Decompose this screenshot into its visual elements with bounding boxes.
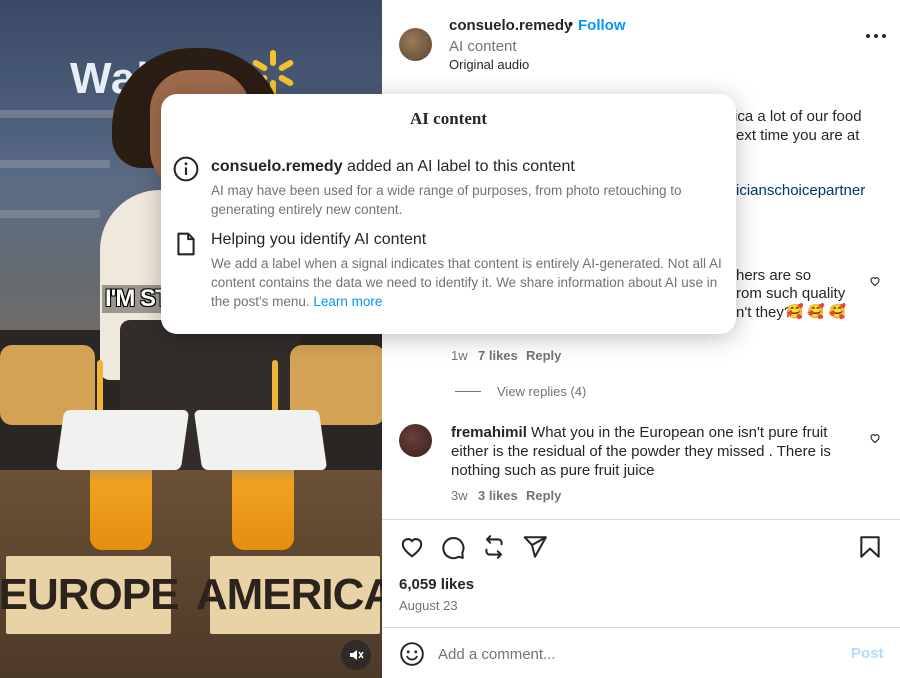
caption-hashtag[interactable]: icianschoicepartner: [736, 182, 865, 199]
author-username[interactable]: consuelo.remedy: [449, 17, 572, 34]
view-replies-line: [455, 391, 481, 392]
caption-fragment-1: ica a lot of our food: [734, 108, 862, 125]
comment1-emojis: 🥰 🥰 🥰: [786, 303, 847, 319]
comment2-like-icon[interactable]: [869, 432, 881, 444]
caption-fragment-2: ext time you are at: [736, 127, 860, 144]
ai-content-dialog[interactable]: AI content consuelo.remedy added an AI l…: [161, 94, 736, 334]
section2-heading: Helping you identify AI content: [211, 231, 427, 248]
sign-america: AMERICA: [196, 556, 382, 634]
comment1-fragment-3: n't they?: [736, 304, 793, 321]
comment1-like-icon[interactable]: [869, 275, 881, 287]
comment2-text: fremahimil What you in the European one …: [451, 423, 863, 480]
post-date[interactable]: August 23: [399, 598, 458, 613]
section1-username: consuelo.remedy: [211, 158, 343, 175]
actions-divider: [382, 519, 900, 520]
original-audio-link[interactable]: Original audio: [449, 57, 529, 72]
share-send-icon[interactable]: [522, 534, 548, 560]
comment2-likes[interactable]: 3 likes: [478, 488, 518, 503]
save-bookmark-icon[interactable]: [857, 534, 883, 560]
filter-cloth-left: [55, 410, 190, 470]
comment1-fragment-1: hers are so: [736, 267, 812, 284]
document-icon: [177, 232, 195, 256]
learn-more-link[interactable]: Learn more: [313, 294, 382, 309]
speaker-muted-icon: [350, 650, 364, 660]
section1-body: AI may have been used for a wide range o…: [211, 183, 682, 217]
composer-divider: [382, 627, 900, 628]
author-avatar[interactable]: [399, 28, 432, 61]
comment1-reply-button[interactable]: Reply: [526, 348, 561, 363]
section2-body-text: We add a label when a signal indicates t…: [211, 256, 722, 309]
comment-input[interactable]: [438, 643, 818, 665]
info-icon: [173, 156, 199, 182]
ai-content-label[interactable]: AI content: [449, 38, 517, 55]
filter-cloth-right: [193, 410, 328, 470]
emoji-picker-icon[interactable]: [399, 641, 425, 667]
header-separator: •: [568, 16, 574, 33]
sign-europe: EUROPE: [0, 556, 179, 634]
section1-heading: consuelo.remedy added an AI label to thi…: [211, 158, 575, 176]
mute-button[interactable]: [341, 640, 371, 670]
post-comment-button[interactable]: Post: [851, 645, 884, 662]
comment-bubble-icon[interactable]: [440, 534, 466, 560]
post-likes-count[interactable]: 6,059 likes: [399, 576, 474, 593]
like-heart-icon[interactable]: [399, 534, 425, 560]
comment2-time: 3w: [451, 488, 468, 503]
section1-heading-text: added an AI label to this content: [342, 158, 575, 175]
comment1-time: 1w: [451, 348, 468, 363]
comment1-fragment-2: rom such quality: [736, 285, 846, 302]
more-options-icon[interactable]: [866, 34, 886, 44]
dialog-title: AI content: [410, 109, 487, 128]
follow-button[interactable]: Follow: [578, 17, 626, 34]
comment1-likes[interactable]: 7 likes: [478, 348, 518, 363]
repost-icon[interactable]: [481, 534, 507, 560]
view-replies-label: View replies (4): [497, 384, 587, 399]
section2-body: We add a label when a signal indicates t…: [211, 254, 723, 311]
comment2-reply-button[interactable]: Reply: [526, 488, 561, 503]
comment2-username[interactable]: fremahimil: [451, 424, 527, 441]
commenter-avatar[interactable]: [399, 424, 432, 457]
view-replies-button[interactable]: View replies (4): [455, 384, 586, 399]
